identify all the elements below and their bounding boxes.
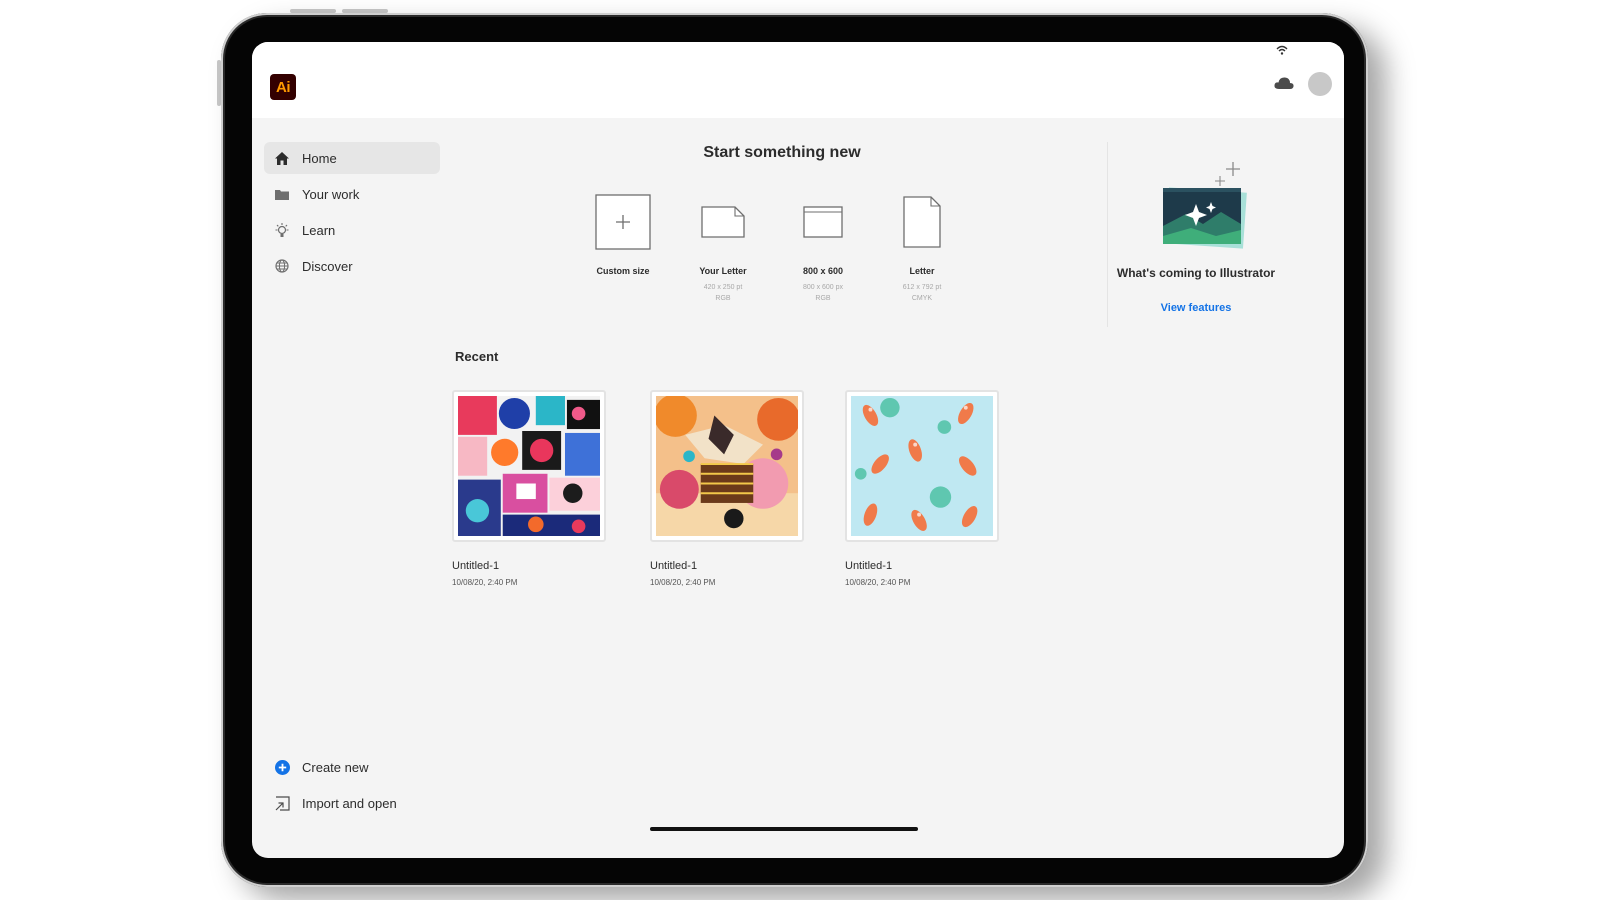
- whats-new-illustration: [1141, 154, 1251, 254]
- sidebar-item-learn[interactable]: Learn: [264, 214, 440, 246]
- avatar[interactable]: [1308, 72, 1332, 96]
- file-name: Untitled-1: [452, 560, 500, 572]
- create-new-label: Create new: [302, 759, 369, 775]
- your-letter-shape: [679, 192, 767, 252]
- start-title: Start something new: [703, 144, 861, 161]
- file-name: Untitled-1: [650, 560, 698, 572]
- globe-icon: [274, 258, 290, 274]
- sidebar-item-label: Learn: [302, 222, 336, 238]
- sidebar: Home Your work Learn Discover: [264, 142, 440, 286]
- recent-file-card[interactable]: Untitled-1 10/08/20, 2:40 PM: [845, 390, 1003, 587]
- folder-icon: [274, 186, 290, 202]
- whats-new-panel: What's coming to Illustrator View featur…: [1112, 154, 1280, 314]
- create-new-button[interactable]: Create new: [264, 750, 464, 784]
- top-bar: Ai: [252, 42, 1344, 118]
- home-indicator[interactable]: [650, 827, 918, 831]
- recent-file-card[interactable]: Untitled-1 10/08/20, 2:40 PM: [452, 390, 610, 587]
- lightbulb-icon: [274, 222, 290, 238]
- file-date: 10/08/20, 2:40 PM: [845, 578, 911, 587]
- file-thumbnail[interactable]: [650, 390, 804, 542]
- sidebar-bottom: Create new Import and open: [264, 750, 464, 822]
- import-open-label: Import and open: [302, 795, 397, 811]
- whats-new-title: What's coming to Illustrator: [1116, 266, 1276, 280]
- import-open-button[interactable]: Import and open: [264, 786, 464, 820]
- preset-sub: 420 x 250 pt RGB: [703, 284, 743, 302]
- preset-label: 800 x 600: [802, 266, 844, 276]
- file-thumbnail[interactable]: [452, 390, 606, 542]
- web-preset-shape: [779, 192, 867, 252]
- sidebar-item-label: Your work: [302, 186, 360, 202]
- file-thumbnail[interactable]: [845, 390, 999, 542]
- preset-800x600[interactable]: 800 x 600 800 x 600 px RGB: [779, 192, 867, 304]
- preset-letter[interactable]: Letter 612 x 792 pt CMYK: [878, 192, 966, 304]
- home-icon: [274, 150, 290, 166]
- cloud-icon[interactable]: [1274, 76, 1294, 90]
- file-name: Untitled-1: [845, 560, 893, 572]
- sidebar-item-your-work[interactable]: Your work: [264, 178, 440, 210]
- sidebar-item-home[interactable]: Home: [264, 142, 440, 174]
- sidebar-item-label: Discover: [302, 258, 353, 274]
- view-features-link[interactable]: View features: [1112, 302, 1280, 314]
- custom-size-shape: [579, 192, 667, 252]
- file-date: 10/08/20, 2:40 PM: [452, 578, 518, 587]
- wifi-icon: [1276, 45, 1288, 55]
- recent-title: Recent: [455, 349, 499, 364]
- app-screen: Ai Home Your work Learn Discover Create …: [252, 42, 1344, 858]
- sidebar-item-label: Home: [302, 150, 337, 166]
- import-icon: [274, 795, 290, 811]
- preset-your-letter[interactable]: Your Letter 420 x 250 pt RGB: [679, 192, 767, 304]
- sidebar-item-discover[interactable]: Discover: [264, 250, 440, 282]
- preset-sub: 612 x 792 pt CMYK: [902, 284, 942, 302]
- file-date: 10/08/20, 2:40 PM: [650, 578, 716, 587]
- recent-file-card[interactable]: Untitled-1 10/08/20, 2:40 PM: [650, 390, 808, 587]
- letter-shape: [878, 192, 966, 252]
- plus-circle-icon: [274, 759, 290, 775]
- preset-sub: 800 x 600 px RGB: [802, 284, 844, 302]
- preset-label: Custom size: [596, 266, 650, 276]
- illustrator-logo[interactable]: Ai: [270, 74, 296, 100]
- preset-label: Letter: [909, 266, 935, 276]
- divider: [1107, 142, 1108, 327]
- preset-custom-size[interactable]: Custom size: [579, 192, 667, 276]
- preset-label: Your Letter: [699, 266, 747, 276]
